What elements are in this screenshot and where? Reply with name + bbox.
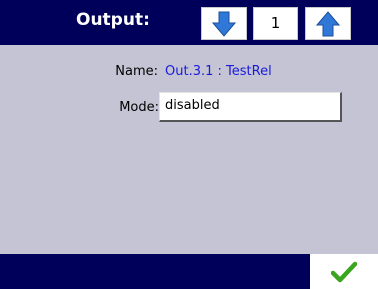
arrow-up-icon (316, 10, 340, 36)
page-title: Output: (76, 10, 150, 30)
arrow-down-icon (212, 11, 236, 37)
mode-select[interactable]: disabled (159, 92, 342, 122)
output-index-field[interactable]: 1 (253, 7, 298, 40)
previous-output-button[interactable] (201, 7, 247, 40)
header-bar: Output: 1 (0, 0, 378, 45)
name-value: Out.3.1 : TestRel (165, 64, 272, 79)
next-output-button[interactable] (305, 7, 351, 40)
name-label: Name: (115, 64, 158, 79)
footer-bar (0, 254, 378, 289)
confirm-button[interactable] (310, 254, 378, 289)
mode-label: Mode: (119, 100, 159, 115)
checkmark-icon (331, 261, 357, 282)
